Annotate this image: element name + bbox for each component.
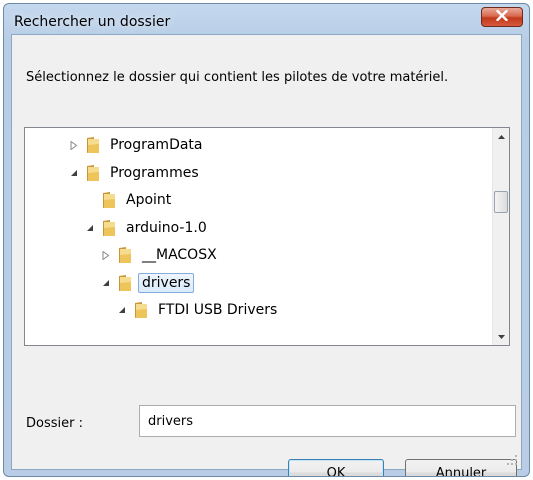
tree-item-label: ProgramData (110, 137, 203, 153)
folder-icon (84, 136, 101, 154)
scroll-thumb[interactable] (494, 191, 508, 213)
dialog-title: Rechercher un dossier (14, 14, 171, 30)
scroll-down-arrow-icon[interactable] (493, 328, 509, 345)
folder-tree[interactable]: ProgramData Programmes Apoint arduino-1.… (24, 127, 510, 346)
close-icon (496, 9, 508, 25)
collapse-arrow-icon[interactable] (100, 277, 112, 289)
folder-open-icon (84, 164, 101, 182)
tree-item-macosx[interactable]: __MACOSX (100, 242, 221, 268)
tree-item-label: drivers (138, 273, 195, 293)
collapse-arrow-icon[interactable] (84, 222, 96, 234)
folder-open-icon (100, 219, 117, 237)
tree-item-drivers[interactable]: drivers (100, 270, 195, 296)
tree-item-programmes[interactable]: Programmes (68, 160, 203, 186)
tree-item-arduino[interactable]: arduino-1.0 (84, 215, 211, 241)
scroll-up-arrow-icon[interactable] (493, 128, 509, 145)
vertical-scrollbar[interactable] (492, 128, 509, 345)
dialog-description: Sélectionnez le dossier qui contient les… (26, 70, 449, 85)
collapse-arrow-icon[interactable] (116, 304, 128, 316)
tree-item-label: __MACOSX (142, 247, 217, 263)
expand-arrow-icon[interactable] (68, 139, 80, 151)
resize-grip-icon[interactable] (506, 454, 518, 466)
folder-input[interactable] (139, 405, 516, 437)
tree-item-label: FTDI USB Drivers (158, 302, 278, 318)
folder-open-icon (116, 274, 133, 292)
tree-item-ftdi-usb-drivers[interactable]: FTDI USB Drivers (116, 297, 281, 323)
tree-item-label: Programmes (110, 165, 199, 181)
folder-icon (116, 246, 133, 264)
folder-icon (100, 191, 117, 209)
tree-item-label: Apoint (126, 192, 172, 208)
cancel-button[interactable]: Annuler (405, 459, 517, 476)
dialog-body: Sélectionnez le dossier qui contient les… (11, 34, 522, 476)
tree-item-programdata[interactable]: ProgramData (68, 132, 207, 158)
ok-button[interactable]: OK (288, 459, 384, 476)
collapse-arrow-icon[interactable] (68, 167, 80, 179)
tree-item-apoint[interactable]: Apoint (100, 187, 175, 213)
dialog-window: Rechercher un dossier Sélectionnez le do… (3, 3, 530, 477)
expand-arrow-icon[interactable] (100, 249, 112, 261)
folder-field-label: Dossier : (26, 416, 83, 431)
tree-item-label: arduino-1.0 (126, 220, 207, 236)
folder-open-icon (132, 301, 149, 319)
close-button[interactable] (481, 7, 523, 27)
